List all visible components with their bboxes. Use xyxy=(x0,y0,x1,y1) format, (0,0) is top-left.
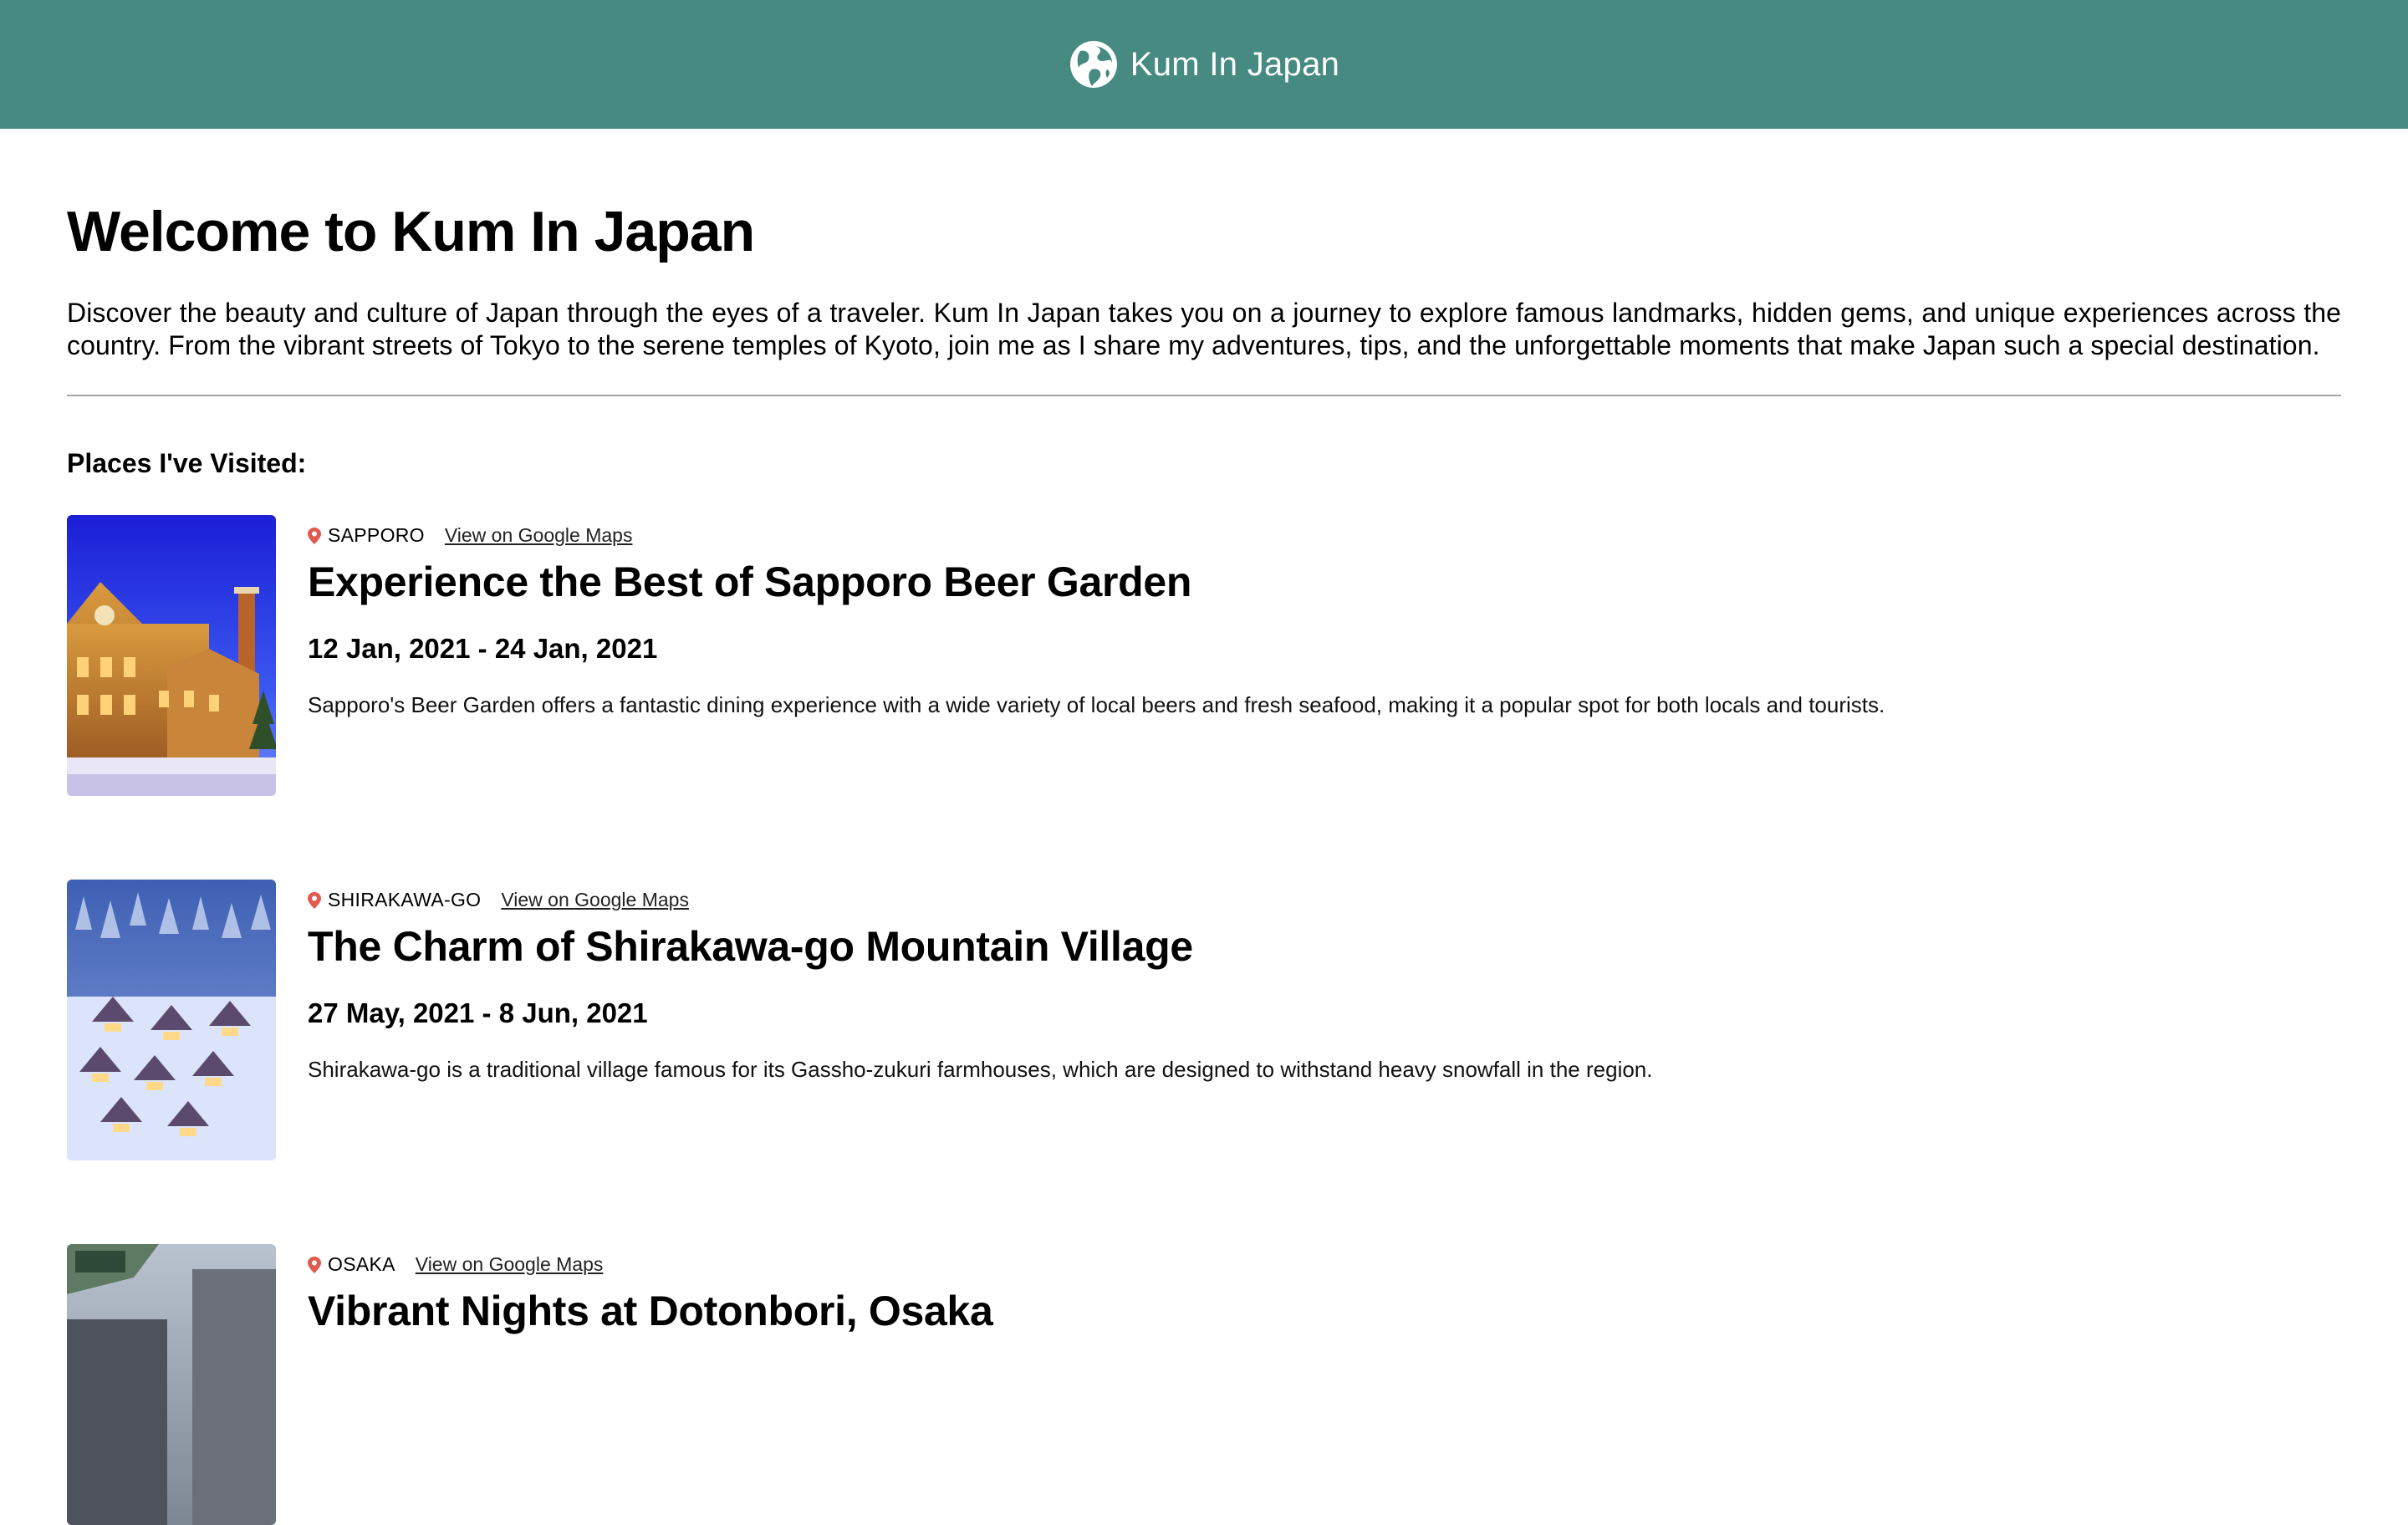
globe-icon xyxy=(1069,41,1117,88)
dotonbori-osaka-image xyxy=(67,1243,276,1525)
brand[interactable]: Kum In Japan xyxy=(1069,39,1339,89)
location-pin-icon xyxy=(308,1256,321,1273)
place-dates: 27 May, 2021 - 8 Jun, 2021 xyxy=(308,997,648,1028)
place-city: SHIRAKAWA-GO xyxy=(328,889,482,911)
place-card-sapporo: SAPPORO View on Google Maps Experience t… xyxy=(67,514,2341,796)
place-description: Shirakawa-go is a traditional village fa… xyxy=(308,1057,1653,1083)
place-content: SHIRAKAWA-GO View on Google Maps The Cha… xyxy=(308,880,1652,1160)
place-title: Vibrant Nights at Dotonbori, Osaka xyxy=(308,1287,993,1334)
divider xyxy=(67,394,2341,396)
place-meta: SAPPORO View on Google Maps xyxy=(308,522,1885,550)
place-dates: 12 Jan, 2021 - 24 Jan, 2021 xyxy=(308,632,658,664)
place-card-shirakawa-go: SHIRAKAWA-GO View on Google Maps The Cha… xyxy=(67,879,2341,1160)
place-thumbnail-osaka[interactable] xyxy=(67,1243,276,1525)
sapporo-beer-garden-image xyxy=(67,514,276,796)
places-list: SAPPORO View on Google Maps Experience t… xyxy=(67,514,2341,1525)
google-maps-link[interactable]: View on Google Maps xyxy=(445,524,633,547)
place-thumbnail-sapporo[interactable] xyxy=(67,514,276,796)
google-maps-link[interactable]: View on Google Maps xyxy=(501,889,689,911)
google-maps-link[interactable]: View on Google Maps xyxy=(416,1253,604,1276)
place-description: Sapporo's Beer Garden offers a fantastic… xyxy=(308,692,1885,718)
place-content: SAPPORO View on Google Maps Experience t… xyxy=(308,515,1885,796)
shirakawa-go-village-image xyxy=(67,879,276,1160)
place-city: SAPPORO xyxy=(328,524,425,547)
site-header: Kum In Japan xyxy=(0,0,2408,129)
intro-paragraph: Discover the beauty and culture of Japan… xyxy=(67,297,2341,360)
places-heading: Places I've Visited: xyxy=(67,447,307,478)
place-content: OSAKA View on Google Maps Vibrant Nights… xyxy=(308,1244,993,1525)
place-title: Experience the Best of Sapporo Beer Gard… xyxy=(308,558,1192,605)
page-title: Welcome to Kum In Japan xyxy=(67,200,755,263)
site-title: Kum In Japan xyxy=(1130,45,1340,83)
location-pin-icon xyxy=(308,891,321,909)
place-city: OSAKA xyxy=(328,1253,395,1276)
place-title: The Charm of Shirakawa-go Mountain Villa… xyxy=(308,922,1193,970)
main-content: Welcome to Kum In Japan Discover the bea… xyxy=(0,129,2408,1525)
place-card-osaka: OSAKA View on Google Maps Vibrant Nights… xyxy=(67,1243,2341,1525)
place-meta: OSAKA View on Google Maps xyxy=(308,1251,993,1279)
place-thumbnail-shirakawa-go[interactable] xyxy=(67,879,276,1160)
location-pin-icon xyxy=(308,527,321,544)
place-meta: SHIRAKAWA-GO View on Google Maps xyxy=(308,886,1652,915)
